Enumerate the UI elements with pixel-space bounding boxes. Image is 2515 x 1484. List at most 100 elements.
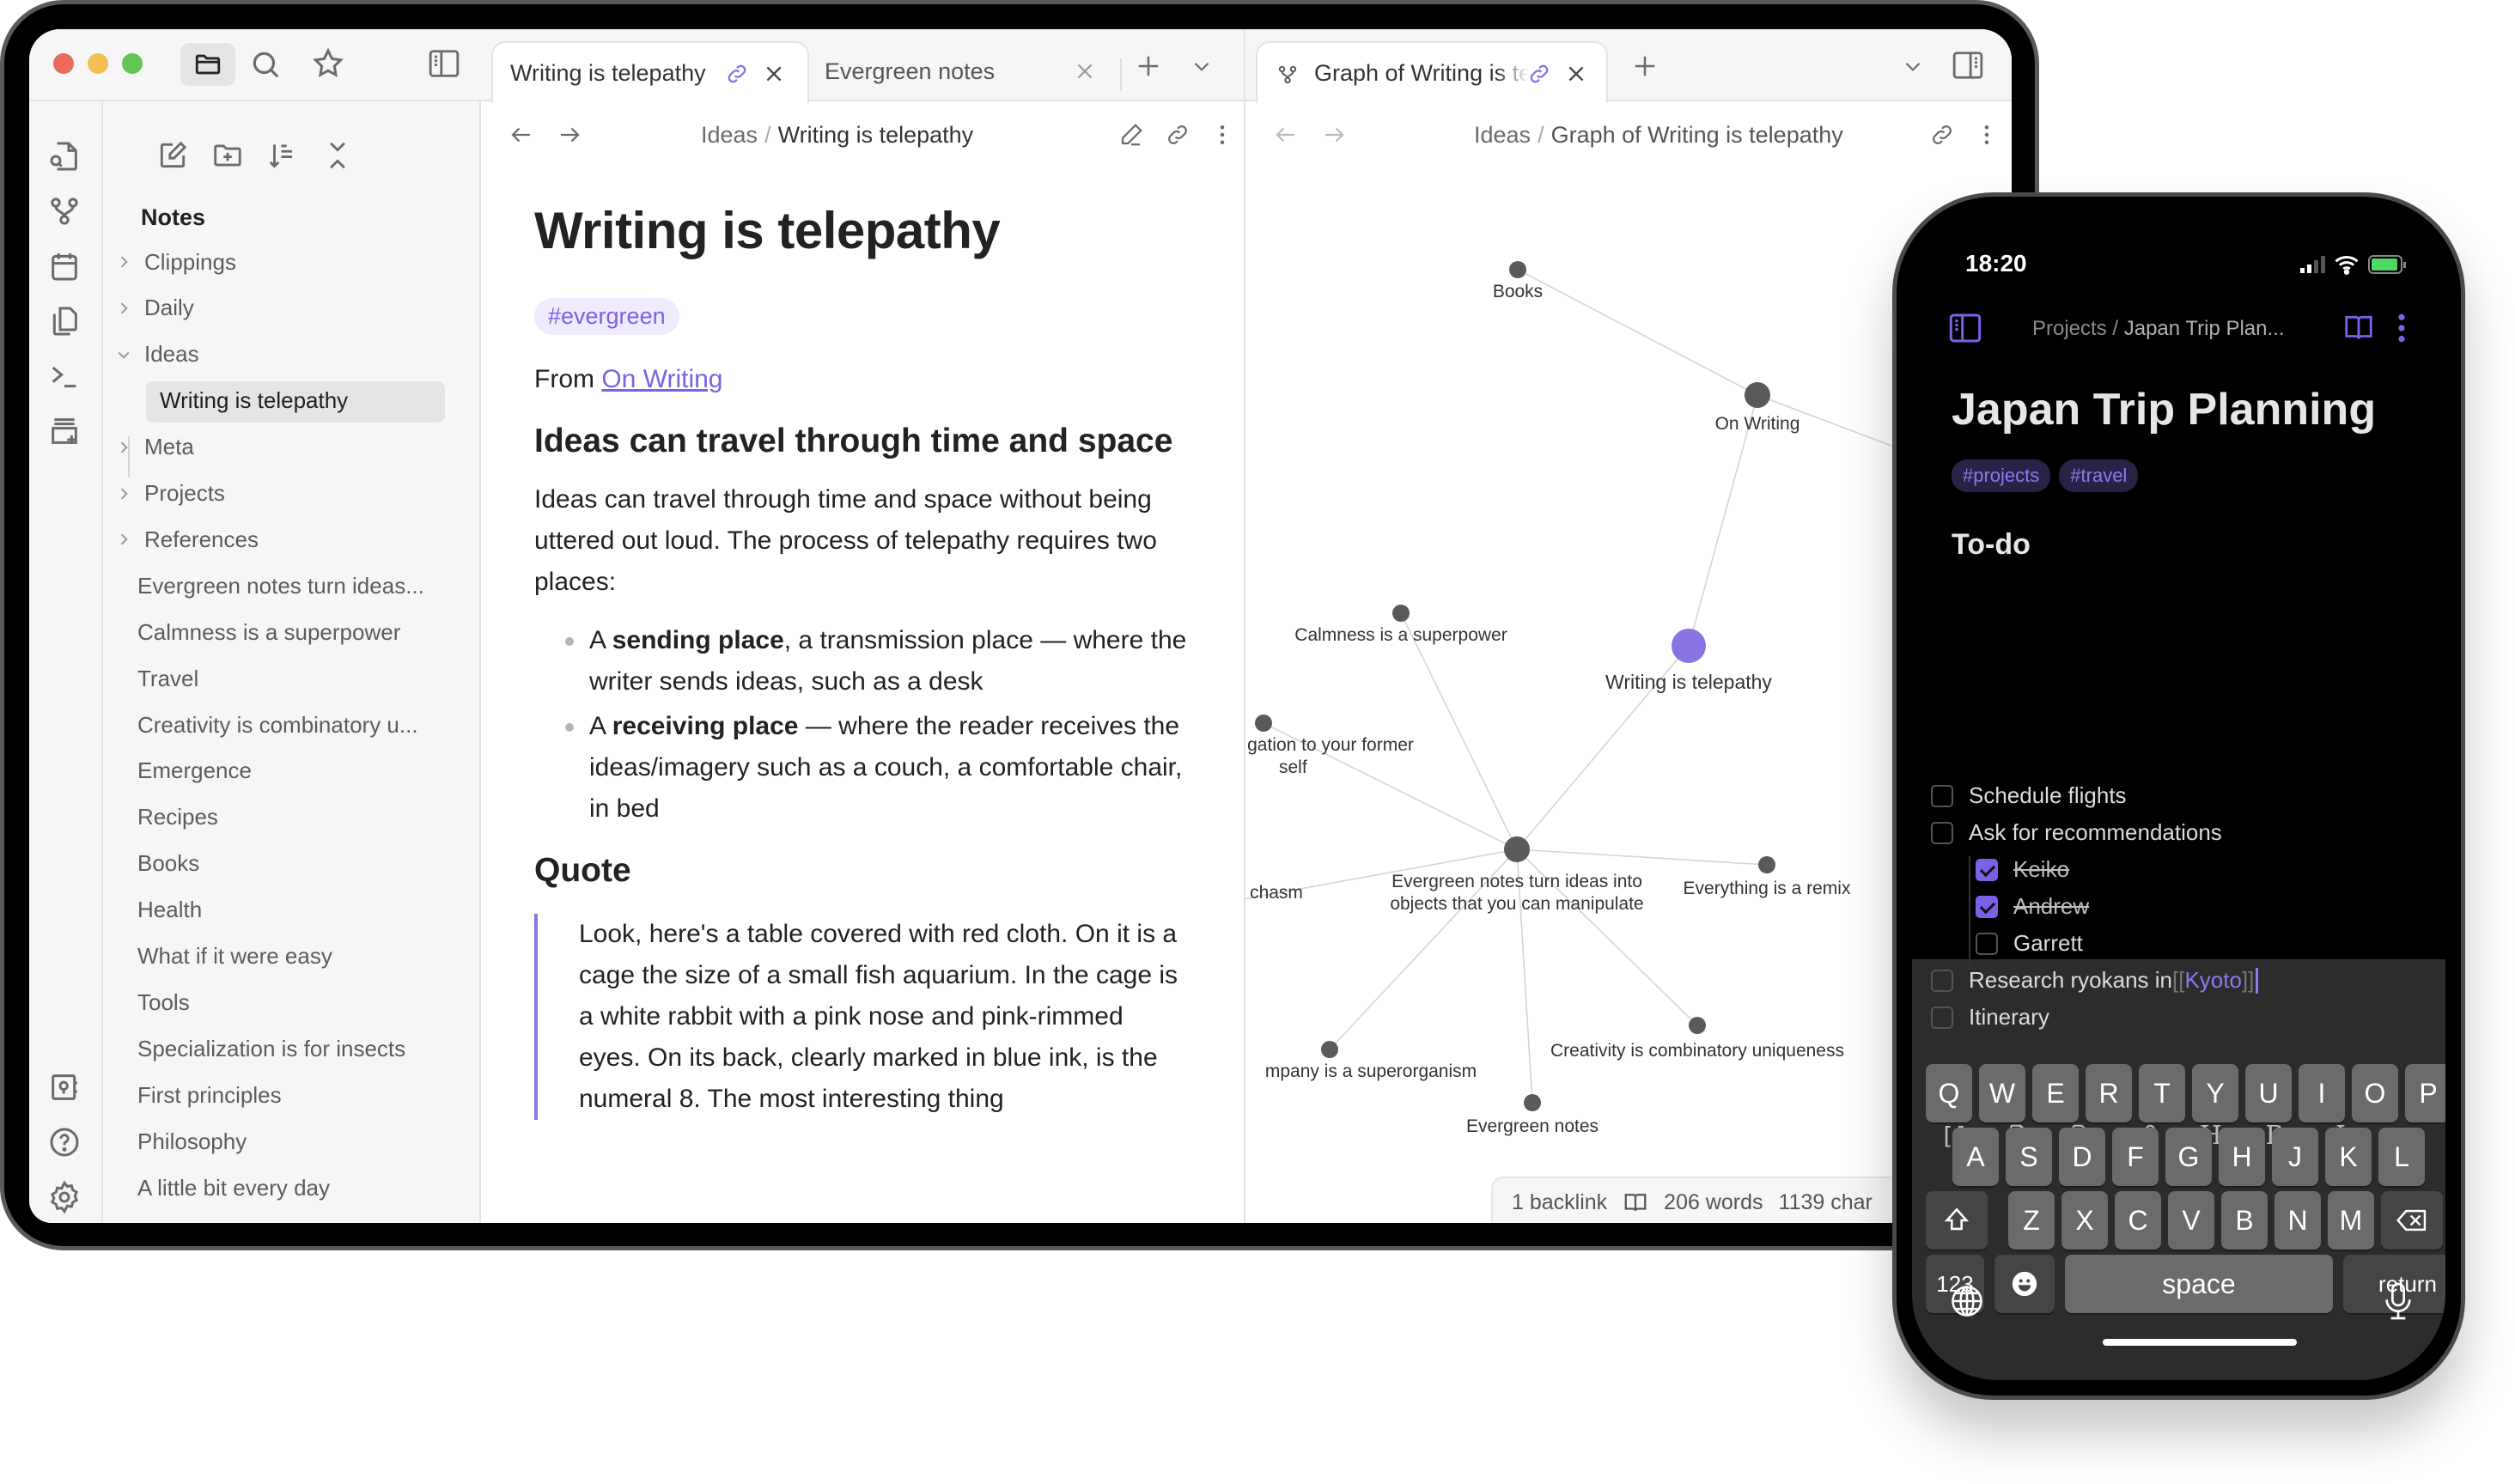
- vault-icon[interactable]: [47, 1070, 82, 1104]
- key-a[interactable]: A: [1952, 1128, 1999, 1186]
- new-tab-button[interactable]: [1632, 53, 1658, 79]
- todo-item[interactable]: Andrew: [1976, 893, 2089, 920]
- key-h[interactable]: H: [2219, 1128, 2265, 1186]
- checkbox-checked[interactable]: [1976, 858, 1998, 881]
- close-tab-icon[interactable]: [1074, 60, 1096, 82]
- checkbox[interactable]: [1931, 969, 1953, 992]
- reading-view-icon[interactable]: [1623, 1189, 1648, 1215]
- bookmarks-button[interactable]: [311, 46, 345, 81]
- checkbox-checked[interactable]: [1976, 895, 1998, 918]
- tab-list-button[interactable]: [1191, 55, 1213, 77]
- space-key[interactable]: space: [2065, 1255, 2333, 1313]
- tag-travel[interactable]: #travel: [2059, 459, 2139, 492]
- forward-button[interactable]: [557, 122, 582, 148]
- help-icon[interactable]: [47, 1125, 82, 1159]
- key-b[interactable]: B: [2221, 1191, 2268, 1250]
- search-button[interactable]: [249, 48, 282, 81]
- key-r[interactable]: R: [2086, 1064, 2132, 1122]
- microphone-icon[interactable]: [2381, 1280, 2415, 1322]
- tab-writing-is-telepathy-full[interactable]: Writing is telepathy: [491, 41, 809, 103]
- todo-item[interactable]: Schedule flights: [1931, 782, 2127, 809]
- file-item[interactable]: Philosophy: [103, 1120, 481, 1163]
- checkbox[interactable]: [1931, 1006, 1953, 1029]
- file-item[interactable]: Recipes: [103, 796, 481, 839]
- todo-item[interactable]: Ask for recommendations: [1931, 819, 2222, 846]
- internal-link[interactable]: Kyoto: [2184, 967, 2242, 994]
- backspace-key[interactable]: [2381, 1191, 2443, 1250]
- graph-node-company[interactable]: [1321, 1041, 1338, 1058]
- key-j[interactable]: J: [2272, 1128, 2318, 1186]
- note-content[interactable]: Writing is telepathy #evergreen From On …: [534, 201, 1187, 1120]
- quick-switcher-icon[interactable]: [47, 139, 82, 173]
- breadcrumb-parent[interactable]: Projects: [2032, 317, 2107, 340]
- graph-node-evergreennotes[interactable]: [1524, 1094, 1541, 1111]
- folder-item[interactable]: Ideas: [103, 333, 481, 376]
- breadcrumb-current[interactable]: Japan Trip Plan...: [2124, 317, 2285, 340]
- key-s[interactable]: S: [2006, 1128, 2052, 1186]
- folder-item[interactable]: Clippings: [103, 240, 481, 283]
- folder-item[interactable]: Projects: [103, 472, 481, 515]
- collapse-all-button[interactable]: [321, 139, 354, 172]
- chevron-right-icon[interactable]: [115, 253, 132, 271]
- key-o[interactable]: O: [2352, 1064, 2398, 1122]
- edit-mode-button[interactable]: [1118, 122, 1144, 148]
- tab-list-button[interactable]: [1902, 55, 1924, 77]
- chevron-right-icon[interactable]: [115, 531, 132, 548]
- todo-item[interactable]: Itinerary: [1931, 1004, 2049, 1031]
- toggle-right-sidebar-button[interactable]: [1952, 50, 1984, 81]
- tag-evergreen[interactable]: #evergreen: [534, 298, 679, 335]
- chevron-down-icon[interactable]: [115, 346, 132, 363]
- daily-note-icon[interactable]: [47, 249, 82, 283]
- key-u[interactable]: U: [2245, 1064, 2292, 1122]
- file-item[interactable]: Travel: [103, 657, 481, 700]
- checkbox[interactable]: [1931, 821, 1953, 844]
- key-d[interactable]: D: [2059, 1128, 2105, 1186]
- graph-node-creativity[interactable]: [1689, 1017, 1706, 1034]
- file-item[interactable]: A little bit every day: [103, 1166, 481, 1209]
- back-button[interactable]: [508, 122, 534, 148]
- key-p[interactable]: P: [2405, 1064, 2445, 1122]
- more-options-button[interactable]: [2393, 312, 2410, 344]
- settings-icon[interactable]: [47, 1180, 82, 1214]
- chevron-right-icon[interactable]: [115, 300, 132, 317]
- key-n[interactable]: N: [2274, 1191, 2321, 1250]
- todo-item[interactable]: Garrett: [1976, 930, 2083, 957]
- key-y[interactable]: Y: [2192, 1064, 2238, 1122]
- checkbox[interactable]: [1976, 932, 1998, 955]
- key-t[interactable]: T: [2139, 1064, 2185, 1122]
- graph-node-onwriting[interactable]: [1745, 382, 1770, 408]
- graph-node-calmness[interactable]: [1392, 605, 1410, 622]
- graph-node-books[interactable]: [1509, 261, 1526, 278]
- todo-item[interactable]: Keiko: [1976, 856, 2069, 883]
- key-x[interactable]: X: [2061, 1191, 2108, 1250]
- key-l[interactable]: L: [2378, 1128, 2425, 1186]
- file-item[interactable]: Tools: [103, 981, 481, 1024]
- graph-view-icon[interactable]: [47, 194, 82, 228]
- chevron-right-icon[interactable]: [115, 485, 132, 502]
- file-item[interactable]: Health: [103, 889, 481, 932]
- new-folder-button[interactable]: [211, 139, 244, 172]
- new-note-button[interactable]: [156, 139, 189, 172]
- folder-item[interactable]: References: [103, 518, 481, 561]
- new-tab-button[interactable]: [1136, 53, 1161, 79]
- tab-graph[interactable]: Graph of Writing is telepathy: [1256, 41, 1608, 103]
- graph-node-remix[interactable]: [1758, 856, 1775, 873]
- copy-link-button[interactable]: [1165, 122, 1191, 148]
- file-item[interactable]: Writing is telepathy: [103, 380, 481, 423]
- key-g[interactable]: G: [2165, 1128, 2212, 1186]
- file-item[interactable]: Emergence: [103, 750, 481, 793]
- shift-key[interactable]: [1926, 1191, 1988, 1250]
- todo-item[interactable]: Research ryokans in [[Kyoto]]: [1931, 967, 2259, 994]
- file-item[interactable]: What if it were easy: [103, 935, 481, 978]
- more-options-button[interactable]: [1209, 122, 1235, 148]
- templates-icon[interactable]: [47, 304, 82, 338]
- file-item[interactable]: 1,000 true fans: [103, 1213, 481, 1223]
- close-tab-icon[interactable]: [763, 63, 785, 85]
- file-explorer-tab-button[interactable]: [180, 43, 235, 86]
- emoji-key[interactable]: [1994, 1255, 2055, 1313]
- folder-item[interactable]: Meta: [103, 426, 481, 469]
- close-tab-icon[interactable]: [1565, 63, 1587, 85]
- checkbox[interactable]: [1931, 784, 1953, 807]
- file-item[interactable]: Evergreen notes turn ideas...: [103, 564, 481, 607]
- command-palette-icon[interactable]: [47, 359, 82, 393]
